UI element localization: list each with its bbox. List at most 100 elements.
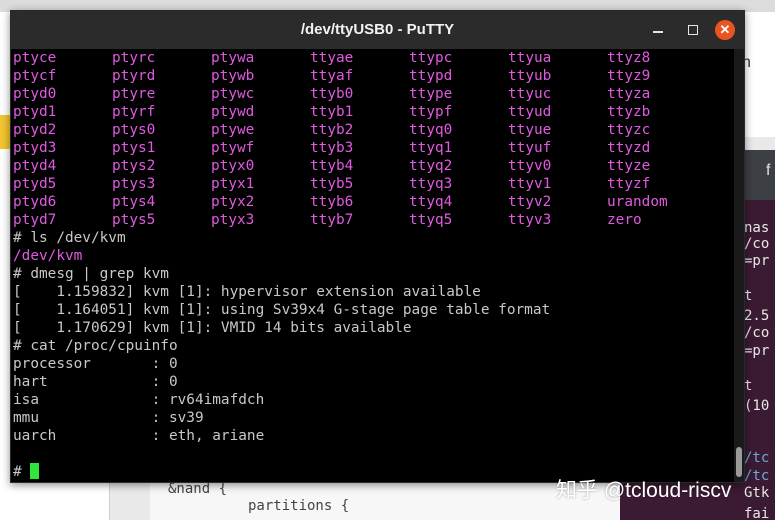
background-terminal-line: =pr (744, 253, 770, 269)
background-window-bottom-left (0, 482, 110, 520)
device-entry: ptyd6 (13, 194, 57, 210)
device-entry: ttyzc (607, 122, 651, 138)
device-entry: ptywa (211, 50, 255, 66)
terminal-line: [ 1.159832] kvm [1]: hypervisor extensio… (13, 284, 481, 300)
background-terminal-line: 2.5 (744, 308, 770, 324)
terminal-line: # dmesg | grep kvm (13, 266, 169, 282)
device-entry: ttypf (409, 104, 453, 120)
terminal-output[interactable]: ptyce ptyrc ptywa ttyae ttypc ttyua ttyz8 ptycf… (11, 49, 734, 482)
device-entry: ptys5 (112, 212, 156, 228)
device-entry: ptyrf (112, 104, 156, 120)
maximize-icon (688, 25, 698, 35)
device-entry: ttyzd (607, 140, 651, 156)
terminal-lines: # ls /dev/kvm/dev/kvm # dmesg | grep kvm [… (11, 229, 734, 445)
device-entry: ptys1 (112, 140, 156, 156)
device-entry: ptywd (211, 104, 255, 120)
terminal-scrollbar[interactable] (734, 49, 744, 482)
device-entry: ttyv0 (508, 158, 552, 174)
device-entry: ptywf (211, 140, 255, 156)
device-entry: ptyrd (112, 68, 156, 84)
background-code-editor: &nand { partitions { (150, 481, 620, 520)
device-row: ptyd1 ptyrf ptywd ttyb1 ttypf ttyud ttyzb (11, 103, 734, 121)
shell-prompt: # (13, 464, 31, 480)
device-entry: ttyb2 (310, 122, 354, 138)
device-entry: ptywe (211, 122, 255, 138)
device-entry: ttyb0 (310, 86, 354, 102)
scrollbar-thumb[interactable] (736, 447, 742, 477)
device-entry: ptycf (13, 68, 57, 84)
maximize-button[interactable] (683, 20, 703, 40)
device-entry: ttyb3 (310, 140, 354, 156)
background-terminal-line: Gtk (744, 485, 770, 501)
device-entry: ptyd7 (13, 212, 57, 228)
device-entry: ptyce (13, 50, 57, 66)
device-entry: ttyq3 (409, 176, 453, 192)
device-entry: ttyue (508, 122, 552, 138)
text-cursor (30, 463, 40, 479)
device-entry: ptyd4 (13, 158, 57, 174)
device-entry: ptyd1 (13, 104, 57, 120)
device-entry: ttyz8 (607, 50, 651, 66)
device-entry: ptyx3 (211, 212, 255, 228)
device-entry: ttyb1 (310, 104, 354, 120)
device-entry: ptyd3 (13, 140, 57, 156)
device-entry: ptywc (211, 86, 255, 102)
device-row: ptyd5 ptys3 ptyx1 ttyb5 ttyq3 ttyv1 ttyzf (11, 175, 734, 193)
device-entry: ptys3 (112, 176, 156, 192)
device-entry: ttyua (508, 50, 552, 66)
device-entry: ttypc (409, 50, 453, 66)
terminal-line: uarch : eth, ariane (13, 428, 265, 444)
background-terminal-line: =pr (744, 343, 770, 359)
device-entry: ptyrc (112, 50, 156, 66)
window-title: /dev/ttyUSB0 - PuTTY (300, 21, 455, 38)
device-entry: ptyx0 (211, 158, 255, 174)
device-entry: ptys4 (112, 194, 156, 210)
device-entry: ptyd5 (13, 176, 57, 192)
device-entry: zero (607, 212, 642, 228)
device-entry: ttyq4 (409, 194, 453, 210)
device-entry: ttyb7 (310, 212, 354, 228)
device-entry: ttyv3 (508, 212, 552, 228)
minimize-button[interactable] (648, 20, 668, 40)
close-icon: ✕ (719, 22, 731, 37)
device-listing: ptyce ptyrc ptywa ttyae ttypc ttyua ttyz8 ptycf… (11, 49, 734, 229)
device-entry: ttyq5 (409, 212, 453, 228)
device-row: ptyd2 ptys0 ptywe ttyb2 ttyq0 ttyue ttyzc (11, 121, 734, 139)
device-entry: ptywb (211, 68, 255, 84)
device-row: ptyd7 ptys5 ptyx3 ttyb7 ttyq5 ttyv3 zero (11, 211, 734, 229)
device-row: ptyce ptyrc ptywa ttyae ttypc ttyua ttyz8 (11, 49, 734, 67)
editor-line: partitions { (248, 498, 350, 514)
background-terminal-line: fai (744, 506, 770, 520)
device-entry: ptyd0 (13, 86, 57, 102)
device-entry: ttyub (508, 68, 552, 84)
title-bar[interactable]: /dev/ttyUSB0 - PuTTY ✕ (11, 11, 744, 49)
device-entry: ptys2 (112, 158, 156, 174)
watermark: 知乎 @tcloud-riscv (556, 479, 732, 502)
background-terminal-line: /co (744, 325, 770, 341)
device-entry: ttyv1 (508, 176, 552, 192)
putty-window[interactable]: /dev/ttyUSB0 - PuTTY ✕ ptyce ptyrc ptywa tt… (10, 10, 745, 483)
device-entry: ptys0 (112, 122, 156, 138)
device-entry: ptyx1 (211, 176, 255, 192)
background-text: f (766, 162, 771, 179)
terminal-line: hart : 0 (13, 374, 178, 390)
device-entry: ttyb4 (310, 158, 354, 174)
device-entry: ttyze (607, 158, 651, 174)
background-terminal-line: nas (744, 220, 770, 236)
device-row: ptyd3 ptys1 ptywf ttyb3 ttyq1 ttyuf ttyzd (11, 139, 734, 157)
editor-line: &nand { (168, 481, 228, 497)
device-entry: ttyae (310, 50, 354, 66)
device-entry: ttyb6 (310, 194, 354, 210)
background-terminal-line: t (744, 378, 753, 394)
terminal-line: processor : 0 (13, 356, 178, 372)
device-entry: ttyaf (310, 68, 354, 84)
background-terminal-line: /tc (744, 450, 770, 466)
device-entry: ttyza (607, 86, 651, 102)
background-terminal-line: t (744, 288, 753, 304)
device-entry: ttyzb (607, 104, 651, 120)
device-entry: ttypd (409, 68, 453, 84)
background-terminal-line: /tc (744, 468, 770, 484)
close-button[interactable]: ✕ (715, 20, 735, 40)
device-entry: ttyuc (508, 86, 552, 102)
device-entry: ttyz9 (607, 68, 651, 84)
